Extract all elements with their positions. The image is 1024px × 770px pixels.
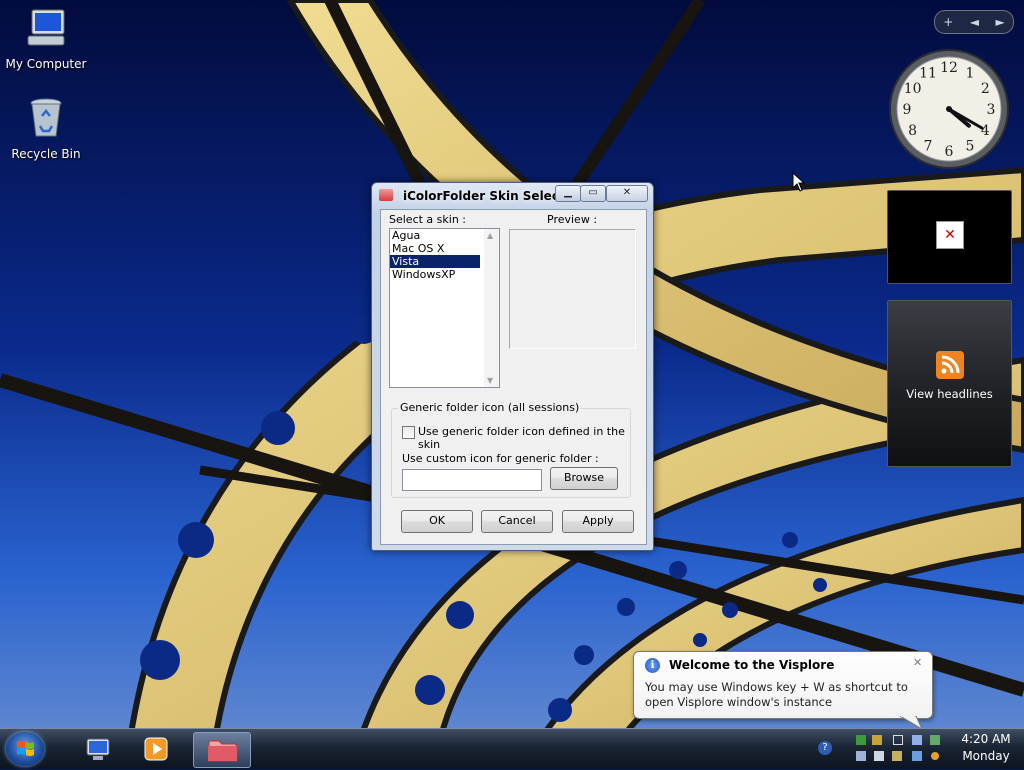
close-button[interactable]: ✕ xyxy=(606,185,648,202)
notification-balloon[interactable]: i Welcome to the Visplore ✕ You may use … xyxy=(633,651,933,719)
recycle-bin-icon xyxy=(30,98,62,137)
clock-day: Monday xyxy=(962,749,1010,763)
skin-listbox[interactable]: Agua Mac OS X Vista WindowsXP ▲ ▼ xyxy=(389,228,500,388)
clock-numeral: 2 xyxy=(981,81,990,97)
security-tray-icon[interactable] xyxy=(930,735,940,745)
updates-tray-icon[interactable] xyxy=(872,735,882,745)
clock-numeral: 7 xyxy=(924,138,933,154)
start-button[interactable] xyxy=(6,732,44,766)
balloon-title: Welcome to the Visplore xyxy=(669,658,835,672)
skin-preview xyxy=(509,229,636,349)
custom-icon-label: Use custom icon for generic folder : xyxy=(402,452,599,465)
broken-image-icon: ✕ xyxy=(936,221,964,249)
use-generic-icon-checkbox[interactable] xyxy=(402,426,415,439)
clock-gadget[interactable]: 12 12 3 45678 9 1011 xyxy=(888,48,1010,170)
taskbar: ? 4:20 AM Monday xyxy=(0,728,1024,769)
taskbar-clock[interactable]: 4:20 AM Monday xyxy=(952,731,1020,765)
clock-numeral: 5 xyxy=(966,138,975,154)
balloon-message: You may use Windows key + W as shortcut … xyxy=(645,680,908,709)
skin-list-item[interactable]: Mac OS X xyxy=(390,242,480,255)
view-headlines-link[interactable]: View headlines xyxy=(888,387,1011,401)
apply-button[interactable]: Apply xyxy=(562,510,634,533)
help-tray-icon[interactable]: ? xyxy=(818,741,832,755)
folder-app-icon xyxy=(379,189,393,201)
info-icon: i xyxy=(645,658,660,673)
skin-list-item[interactable]: Vista xyxy=(390,255,480,268)
mouse-cursor-icon xyxy=(792,172,806,192)
add-gadget-button[interactable]: + xyxy=(943,15,953,29)
volume-tray-icon[interactable] xyxy=(856,751,866,761)
keyboard-tray-icon[interactable] xyxy=(874,751,884,761)
skin-list-item[interactable]: Agua xyxy=(390,229,480,242)
cancel-button[interactable]: Cancel xyxy=(481,510,553,533)
desktop-icon-label: Recycle Bin xyxy=(11,147,81,161)
generic-folder-groupbox: Generic folder icon (all sessions) Use g… xyxy=(391,401,631,498)
display-tray-icon[interactable] xyxy=(893,735,903,745)
dialog-titlebar[interactable]: iColorFolder Skin Selector ▁ ▭ ✕ xyxy=(372,183,653,209)
scroll-up-arrow-icon[interactable]: ▲ xyxy=(487,231,493,240)
select-skin-label: Select a skin : xyxy=(389,213,466,226)
ok-button[interactable]: OK xyxy=(401,510,473,533)
clock-numeral: 8 xyxy=(908,123,917,139)
show-desktop-icon[interactable] xyxy=(84,735,112,763)
monitor-tray-icon[interactable] xyxy=(912,751,922,761)
taskbar-button-skin-selector[interactable] xyxy=(193,732,251,768)
custom-icon-path-input[interactable] xyxy=(402,469,542,491)
scroll-down-arrow-icon[interactable]: ▼ xyxy=(487,376,493,385)
sidebar-controls: + ◄ ► xyxy=(934,10,1014,34)
rss-feed-icon xyxy=(936,351,964,379)
next-gadget-button[interactable]: ► xyxy=(996,15,1005,29)
browse-button[interactable]: Browse xyxy=(550,467,618,490)
use-generic-icon-label[interactable]: Use generic folder icon defined in the s… xyxy=(418,425,630,451)
clock-time: 4:20 AM xyxy=(961,732,1011,746)
balloon-close-icon[interactable]: ✕ xyxy=(913,656,922,669)
clock-numeral: 10 xyxy=(904,81,922,97)
dialog-title: iColorFolder Skin Selector xyxy=(403,189,579,203)
desktop-icon-my-computer[interactable]: My Computer xyxy=(0,6,94,71)
computer-icon xyxy=(27,9,65,46)
minimize-button[interactable]: ▁ xyxy=(555,185,581,202)
clock-numeral: 1 xyxy=(966,66,975,82)
skin-list-item[interactable]: WindowsXP xyxy=(390,268,480,281)
clock-numeral: 9 xyxy=(903,102,912,118)
desktop-icon-recycle-bin[interactable]: Recycle Bin xyxy=(0,96,94,161)
preview-label: Preview : xyxy=(547,213,598,226)
media-player-icon[interactable] xyxy=(142,735,170,763)
desktop-icon-label: My Computer xyxy=(5,57,87,71)
clock-numeral: 11 xyxy=(919,66,937,82)
network-tray-icon[interactable] xyxy=(856,735,866,745)
clock-numeral: 6 xyxy=(945,144,954,160)
visplore-tray-icon[interactable] xyxy=(912,735,922,745)
windows-logo-icon xyxy=(17,741,34,756)
dialog-client-area: Select a skin : Preview : Agua Mac OS X Vi… xyxy=(380,209,647,545)
groupbox-title: Generic folder icon (all sessions) xyxy=(398,401,582,414)
clock-numeral: 4 xyxy=(981,123,990,139)
maximize-button[interactable]: ▭ xyxy=(580,185,606,202)
listbox-scrollbar[interactable]: ▲ ▼ xyxy=(484,229,499,387)
clock-numeral: 12 xyxy=(940,60,958,76)
skin-selector-dialog: iColorFolder Skin Selector ▁ ▭ ✕ Select … xyxy=(371,182,654,551)
feed-headlines-gadget[interactable]: View headlines xyxy=(887,300,1012,467)
folder-app-icon xyxy=(208,740,237,762)
previous-gadget-button[interactable]: ◄ xyxy=(970,15,979,29)
blank-gadget[interactable]: ✕ xyxy=(887,190,1012,284)
search-tray-icon[interactable] xyxy=(930,751,940,761)
clock-numeral: 3 xyxy=(987,102,996,118)
settings-tray-icon[interactable] xyxy=(892,751,902,761)
